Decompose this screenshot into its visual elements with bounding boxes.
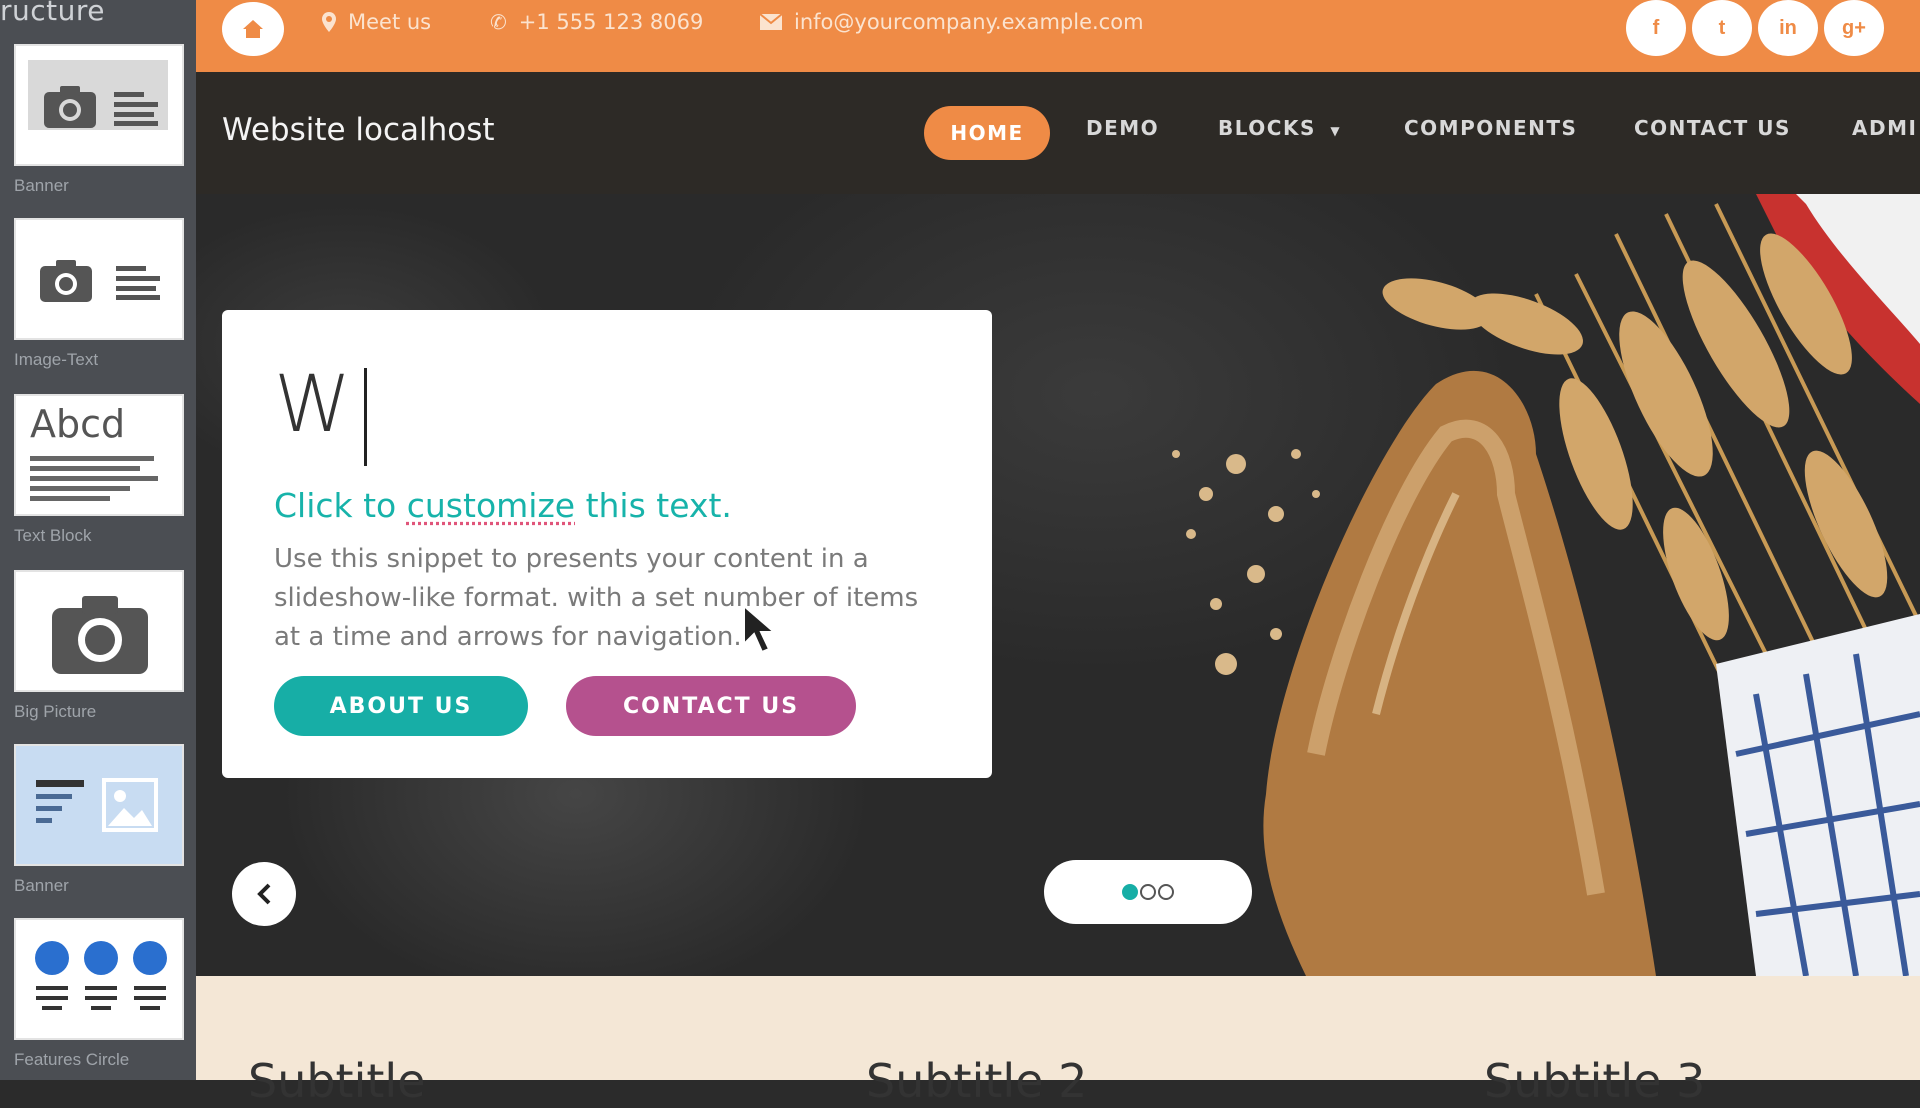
nav-components[interactable]: COMPONENTS [1404, 116, 1577, 140]
location-info[interactable]: Meet us [322, 10, 431, 34]
nav-demo[interactable]: DEMO [1086, 116, 1159, 140]
circles-icon [35, 941, 167, 1010]
top-info-bar: Meet us ✆ +1 555 123 8069 info@yourcompa… [196, 0, 1920, 72]
phone-text: +1 555 123 8069 [518, 10, 704, 34]
nav-blocks-label: BLOCKS [1218, 116, 1316, 140]
snippet-label: Banner [14, 876, 69, 895]
page-canvas: Meet us ✆ +1 555 123 8069 info@yourcompa… [196, 0, 1920, 1108]
snippet-thumbnail[interactable] [14, 918, 184, 1040]
snippet-label: Big Picture [14, 702, 97, 721]
snippet-label: Features Circle [14, 1050, 130, 1069]
phone-info[interactable]: ✆ +1 555 123 8069 [490, 10, 703, 34]
contact-us-button[interactable]: CONTACT US [566, 676, 856, 736]
google-plus-icon[interactable]: g+ [1824, 0, 1884, 56]
text-caret [364, 368, 367, 466]
carousel-indicator-1[interactable] [1122, 884, 1138, 900]
hero-heading[interactable]: W [274, 366, 351, 444]
home-button[interactable] [222, 2, 284, 56]
subheading-text-end: this text. [575, 486, 732, 525]
hero-text-card[interactable]: W Click to customize this text. Use this… [222, 310, 992, 778]
image-icon [102, 778, 158, 832]
hero-subheading[interactable]: Click to customize this text. [274, 486, 732, 525]
carousel-prev-button[interactable] [232, 862, 296, 926]
snippet-sidebar: ructure Banner Image-Text Abcd Text Bloc… [0, 0, 196, 1080]
text-lines-icon [114, 92, 158, 126]
about-us-button[interactable]: ABOUT US [274, 676, 528, 736]
snippet-text-block[interactable]: Abcd Text Block [14, 394, 184, 546]
text-block-icon: Abcd [30, 402, 126, 446]
text-lines-icon [116, 266, 160, 300]
phone-icon: ✆ [490, 10, 507, 34]
snippet-thumbnail[interactable] [14, 218, 184, 340]
location-text: Meet us [348, 10, 432, 34]
subtitle-2[interactable]: Subtitle 2 [866, 1054, 1087, 1108]
snippet-thumbnail[interactable]: Abcd [14, 394, 184, 516]
site-brand[interactable]: Website localhost [222, 112, 495, 148]
carousel-indicator-2[interactable] [1140, 884, 1156, 900]
snippet-thumbnail[interactable] [14, 570, 184, 692]
snippet-image-text[interactable]: Image-Text [14, 218, 184, 370]
nav-blocks[interactable]: BLOCKS ▼ [1218, 116, 1341, 140]
facebook-icon[interactable]: f [1626, 0, 1686, 56]
snippet-features-circle[interactable]: Features Circle [14, 918, 184, 1070]
snippet-banner[interactable]: Banner [14, 44, 184, 196]
envelope-icon [760, 14, 782, 30]
nav-home[interactable]: HOME [924, 106, 1050, 160]
subtitle-3[interactable]: Subtitle 3 [1484, 1054, 1705, 1108]
email-info[interactable]: info@yourcompany.example.com [760, 10, 1144, 34]
sidebar-title: ructure [0, 0, 105, 27]
carousel-indicators [1044, 860, 1252, 924]
map-marker-icon [322, 12, 336, 32]
twitter-icon[interactable]: t [1692, 0, 1752, 56]
linkedin-icon[interactable]: in [1758, 0, 1818, 56]
subtitle-1[interactable]: Subtitle [248, 1054, 426, 1108]
misspelled-word: customize [406, 486, 576, 525]
features-section: Subtitle Subtitle 2 Subtitle 3 [196, 976, 1920, 1108]
nav-contact-us[interactable]: CONTACT US [1634, 116, 1791, 140]
chevron-left-icon [257, 883, 271, 905]
carousel-indicator-3[interactable] [1158, 884, 1174, 900]
camera-icon [52, 596, 148, 674]
snippet-label: Banner [14, 176, 69, 195]
camera-icon [44, 86, 96, 128]
caret-down-icon: ▼ [1330, 124, 1342, 138]
snippet-thumbnail[interactable] [14, 44, 184, 166]
snippet-big-picture[interactable]: Big Picture [14, 570, 184, 722]
subheading-text-start: Click to [274, 486, 407, 525]
main-navbar: Website localhost HOME DEMO BLOCKS ▼ COM… [196, 72, 1920, 194]
mouse-cursor-icon [743, 604, 776, 654]
hero-carousel: W Click to customize this text. Use this… [196, 194, 1920, 976]
hero-body-text[interactable]: Use this snippet to presents your conten… [274, 540, 934, 657]
home-icon [243, 20, 263, 38]
email-text: info@yourcompany.example.com [794, 10, 1144, 34]
snippet-thumbnail[interactable] [14, 744, 184, 866]
nav-admin[interactable]: ADMI [1852, 116, 1917, 140]
snippet-label: Image-Text [14, 350, 99, 369]
camera-icon [40, 260, 92, 302]
snippet-banner-2[interactable]: Banner [14, 744, 184, 896]
snippet-label: Text Block [14, 526, 92, 545]
